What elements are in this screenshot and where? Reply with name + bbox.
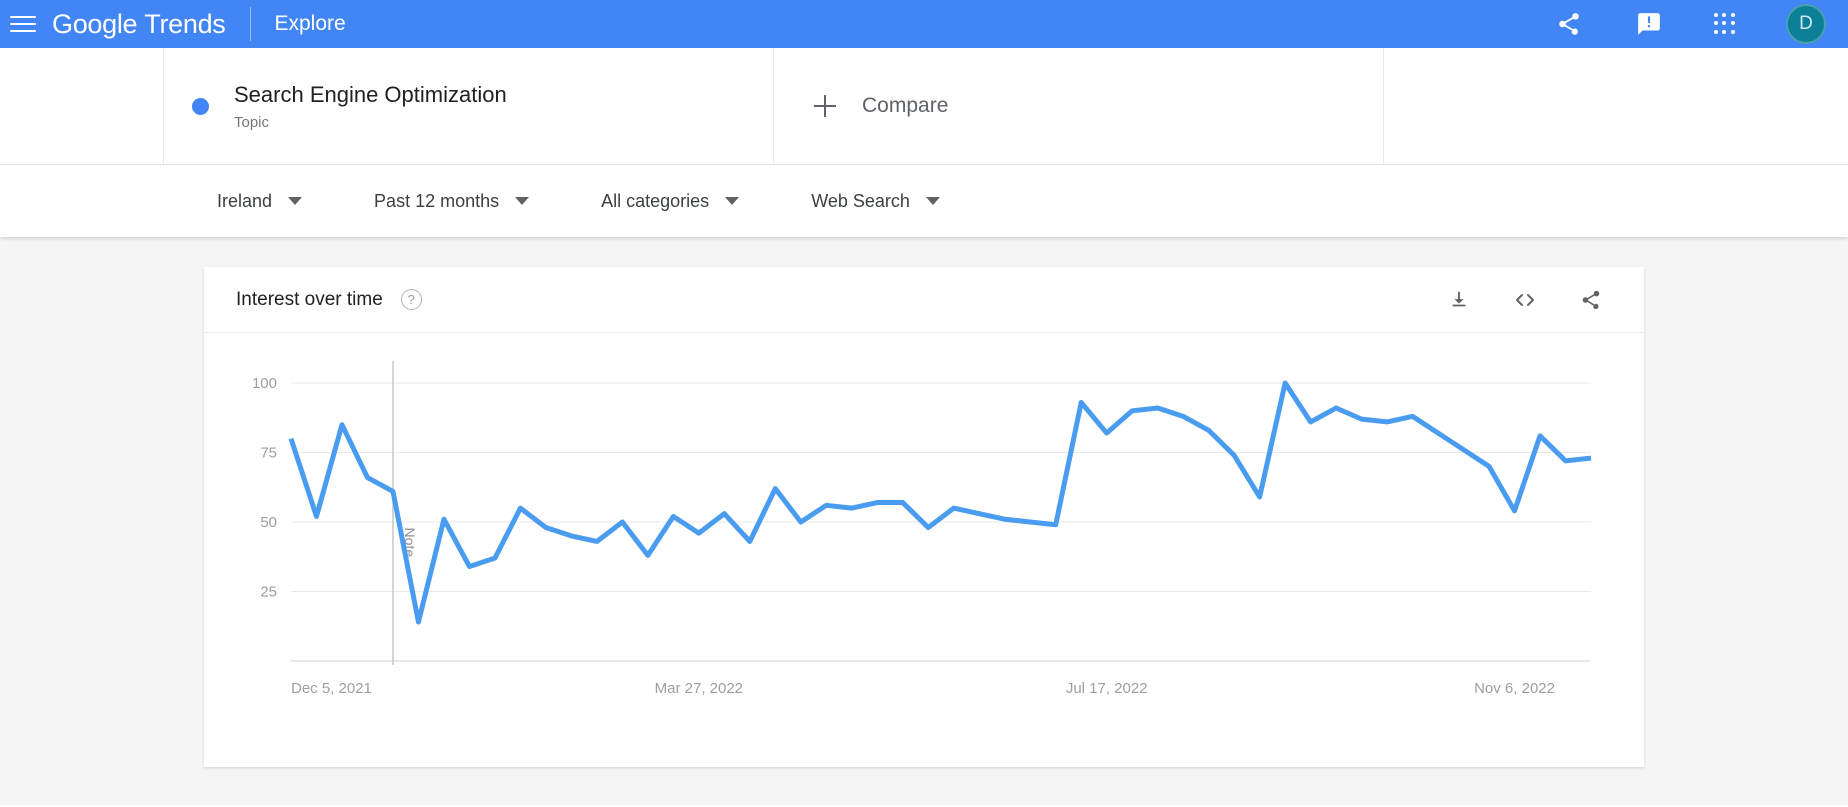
filter-search-type[interactable]: Web Search bbox=[811, 191, 940, 212]
card-title: Interest over time bbox=[236, 288, 383, 310]
avatar[interactable]: D bbox=[1786, 4, 1826, 44]
help-circle-icon[interactable]: ? bbox=[400, 289, 422, 310]
apps-dot bbox=[1722, 21, 1727, 26]
chevron-down-icon bbox=[288, 197, 303, 205]
interest-over-time-chart[interactable]: 100755025NoteDec 5, 2021 Mar 27, 2022 Jul … bbox=[236, 361, 1606, 751]
share-icon[interactable] bbox=[1554, 9, 1584, 39]
embed-code-icon[interactable] bbox=[1510, 285, 1540, 315]
series-color-dot bbox=[192, 97, 209, 115]
chevron-down-icon bbox=[515, 197, 530, 205]
apps-dot bbox=[1714, 29, 1718, 34]
filter-time-range[interactable]: Past 12 months bbox=[374, 190, 530, 212]
top-app-bar: Google Trends Explore D bbox=[0, 0, 1848, 48]
x-axis-tick-label: Mar 27, 2022 bbox=[655, 680, 743, 697]
filter-time-range-label: Past 12 months bbox=[374, 190, 500, 211]
filter-location-label: Ireland bbox=[217, 190, 273, 211]
apps-dot bbox=[1730, 13, 1735, 17]
filter-category[interactable]: All categories bbox=[601, 190, 740, 212]
plus-icon bbox=[814, 95, 836, 117]
filter-location[interactable]: Ireland bbox=[217, 190, 303, 212]
apps-dot bbox=[1730, 29, 1735, 34]
filter-bar: Ireland Past 12 months All categories We… bbox=[0, 165, 1848, 237]
apps-grid-icon[interactable] bbox=[1714, 13, 1736, 35]
compare-label: Compare bbox=[862, 94, 949, 117]
chevron-down-icon bbox=[925, 197, 940, 205]
download-icon[interactable] bbox=[1444, 285, 1474, 315]
interest-over-time-card: Interest over time ? 100 75 50 25 Note D… bbox=[204, 267, 1644, 767]
x-axis-tick-label: Jul 17, 2022 bbox=[1066, 680, 1148, 697]
hamburger-bar bbox=[10, 16, 36, 18]
card-actions bbox=[1444, 285, 1606, 315]
google-trends-logo[interactable]: Google Trends bbox=[52, 9, 226, 40]
apps-dot bbox=[1714, 13, 1718, 17]
x-axis-tick-label: Dec 5, 2021 bbox=[291, 680, 372, 697]
filter-category-label: All categories bbox=[601, 190, 710, 211]
app-bar-actions: D bbox=[1554, 4, 1826, 44]
feedback-icon[interactable] bbox=[1634, 9, 1664, 39]
query-row: Search Engine Optimization Topic Compare bbox=[0, 48, 1848, 165]
search-term-title: Search Engine Optimization bbox=[234, 82, 507, 108]
apps-dot bbox=[1722, 29, 1727, 34]
y-axis-tick-label: 100 bbox=[252, 375, 277, 392]
chart-area: 100 75 50 25 Note Dec 5, 2021 Mar 27, 2022 Jul … bbox=[204, 333, 1644, 767]
query-left-gutter bbox=[0, 48, 164, 164]
query-right-gutter bbox=[1384, 48, 1848, 164]
apps-dot bbox=[1714, 21, 1718, 26]
explore-nav-link[interactable]: Explore bbox=[275, 12, 346, 36]
header-divider bbox=[249, 7, 251, 41]
y-axis-tick-label: 75 bbox=[260, 445, 277, 462]
apps-dot bbox=[1730, 21, 1735, 26]
card-header: Interest over time ? bbox=[204, 267, 1644, 333]
y-axis-tick-label: 25 bbox=[260, 584, 277, 601]
search-term-card[interactable]: Search Engine Optimization Topic bbox=[164, 48, 774, 164]
apps-dot bbox=[1722, 13, 1727, 17]
hamburger-bar bbox=[10, 23, 36, 25]
share-icon[interactable] bbox=[1576, 285, 1606, 315]
chevron-down-icon bbox=[725, 197, 740, 205]
filter-search-type-label: Web Search bbox=[811, 190, 910, 211]
search-term-text-block: Search Engine Optimization Topic bbox=[234, 81, 507, 131]
logo-google: Google bbox=[52, 8, 138, 39]
compare-button[interactable]: Compare bbox=[774, 48, 1384, 164]
y-axis-tick-label: 50 bbox=[260, 514, 277, 531]
x-axis-tick-label: Nov 6, 2022 bbox=[1474, 680, 1555, 697]
hamburger-menu-icon[interactable] bbox=[10, 11, 36, 37]
hamburger-bar bbox=[10, 30, 36, 32]
content-area: Interest over time ? 100 75 50 25 Note D… bbox=[0, 237, 1848, 805]
logo-trends: Trends bbox=[144, 8, 226, 39]
series-line-0[interactable] bbox=[288, 380, 1592, 625]
search-term-subtitle: Topic bbox=[234, 113, 270, 131]
